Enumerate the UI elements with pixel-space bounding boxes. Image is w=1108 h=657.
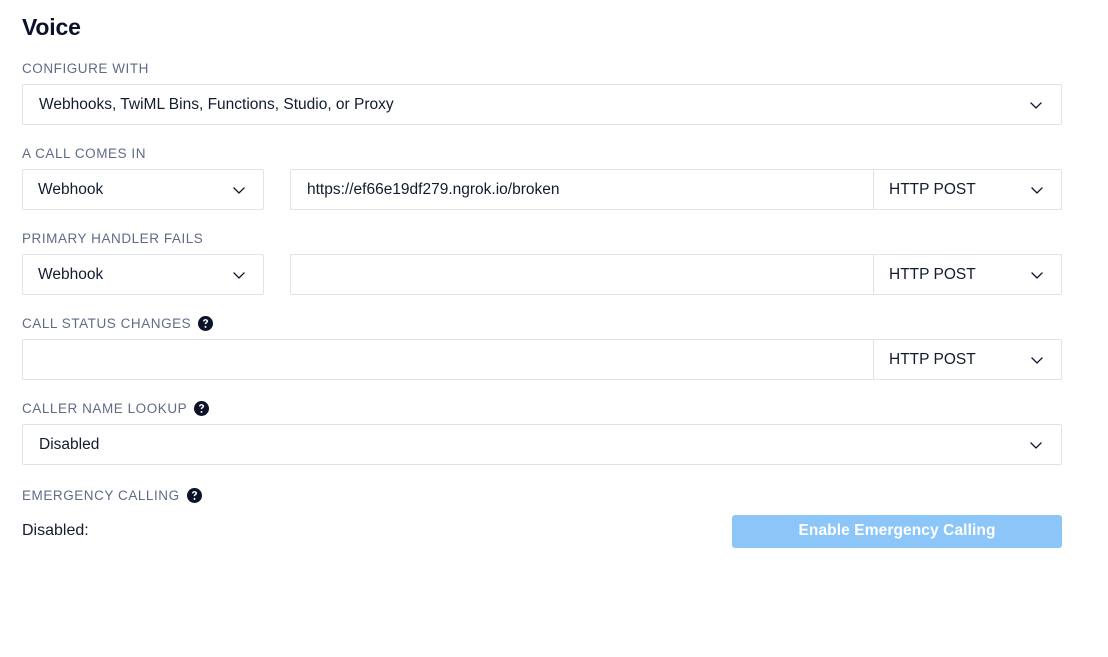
caller-name-lookup-group: CALLER NAME LOOKUP Disabled [22,400,1062,465]
call-status-changes-label-text: CALL STATUS CHANGES [22,316,192,331]
help-circle-icon[interactable] [186,488,202,503]
primary-handler-fails-method-value: HTTP POST [889,265,976,283]
configure-with-group: CONFIGURE WITH Webhooks, TwiML Bins, Fun… [22,60,1062,125]
a-call-comes-in-url-input[interactable]: https://ef66e19df279.ngrok.io/broken [291,170,873,209]
a-call-comes-in-label: A CALL COMES IN [22,145,1062,162]
caller-name-lookup-select[interactable]: Disabled [22,424,1062,465]
chevron-down-icon [230,181,248,199]
emergency-calling-row: Disabled: Enable Emergency Calling [22,513,1062,549]
a-call-comes-in-method-value: HTTP POST [889,180,976,198]
emergency-calling-status: Disabled: [22,522,89,539]
a-call-comes-in-group: A CALL COMES IN Webhook https://ef66e19d… [22,145,1062,210]
configure-with-value: Webhooks, TwiML Bins, Functions, Studio,… [39,95,394,113]
call-status-changes-method-value: HTTP POST [889,350,976,368]
primary-handler-fails-label-text: PRIMARY HANDLER FAILS [22,231,204,246]
chevron-down-icon [1028,351,1046,369]
a-call-comes-in-method-select[interactable]: HTTP POST [873,170,1061,209]
primary-handler-fails-url-input[interactable] [291,255,873,294]
help-circle-icon[interactable] [194,401,210,416]
chevron-down-icon [1028,266,1046,284]
voice-settings-content: Voice CONFIGURE WITH Webhooks, TwiML Bin… [22,12,1062,549]
enable-emergency-calling-button[interactable]: Enable Emergency Calling [732,514,1062,548]
caller-name-lookup-label: CALLER NAME LOOKUP [22,400,1062,417]
emergency-calling-label-text: EMERGENCY CALLING [22,488,180,503]
emergency-calling-group: EMERGENCY CALLING Disabled: Enable Emerg… [22,487,1062,549]
primary-handler-fails-handler-select[interactable]: Webhook [22,254,264,295]
call-status-changes-url-input[interactable] [23,340,873,379]
primary-handler-fails-row: Webhook HTTP POST [22,254,1062,295]
primary-handler-fails-handler-value: Webhook [38,265,104,283]
call-status-changes-method-select[interactable]: HTTP POST [873,340,1061,379]
chevron-down-icon [230,266,248,284]
chevron-down-icon [1027,436,1045,454]
configure-with-select[interactable]: Webhooks, TwiML Bins, Functions, Studio,… [22,84,1062,125]
caller-name-lookup-label-text: CALLER NAME LOOKUP [22,401,188,416]
help-circle-icon[interactable] [198,316,214,331]
chevron-down-icon [1027,96,1045,114]
voice-settings-page: Voice CONFIGURE WITH Webhooks, TwiML Bin… [0,0,1108,657]
call-status-changes-url-combo: HTTP POST [22,339,1062,380]
configure-with-label: CONFIGURE WITH [22,60,1062,77]
a-call-comes-in-url-combo: https://ef66e19df279.ngrok.io/broken HTT… [290,169,1062,210]
a-call-comes-in-label-text: A CALL COMES IN [22,146,147,161]
a-call-comes-in-handler-select[interactable]: Webhook [22,169,264,210]
primary-handler-fails-group: PRIMARY HANDLER FAILS Webhook HTTP POST [22,230,1062,295]
chevron-down-icon [1028,181,1046,199]
caller-name-lookup-value: Disabled [39,435,100,453]
a-call-comes-in-row: Webhook https://ef66e19df279.ngrok.io/br… [22,169,1062,210]
page-title: Voice [22,14,81,40]
call-status-changes-row: HTTP POST [22,339,1062,380]
a-call-comes-in-handler-value: Webhook [38,180,104,198]
call-status-changes-label: CALL STATUS CHANGES [22,315,1062,332]
primary-handler-fails-url-combo: HTTP POST [290,254,1062,295]
call-status-changes-group: CALL STATUS CHANGES HTTP POST [22,315,1062,380]
primary-handler-fails-label: PRIMARY HANDLER FAILS [22,230,1062,247]
configure-with-label-text: CONFIGURE WITH [22,61,149,76]
primary-handler-fails-method-select[interactable]: HTTP POST [873,255,1061,294]
emergency-calling-label: EMERGENCY CALLING [22,487,1062,504]
